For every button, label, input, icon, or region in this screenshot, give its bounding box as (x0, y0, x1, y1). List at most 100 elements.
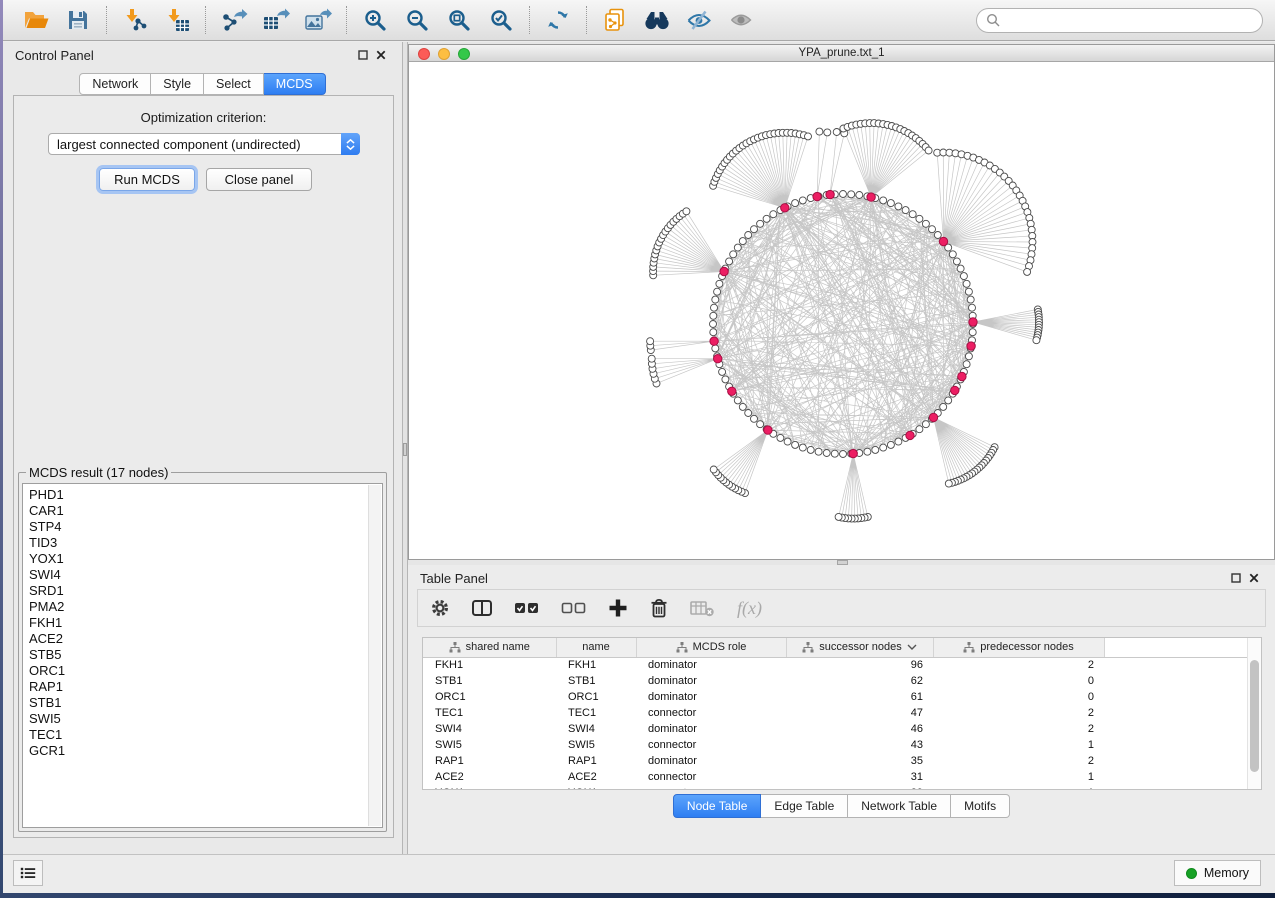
mcds-result-list[interactable]: PHD1CAR1STP4TID3YOX1SWI4SRD1PMA2FKH1ACE2… (22, 483, 383, 828)
zoom-in-icon (363, 8, 387, 32)
search-neighbors-button[interactable] (636, 3, 678, 37)
split-panel-button[interactable] (471, 598, 493, 618)
table-row[interactable]: TEC1TEC1connector472 (423, 705, 1261, 721)
memory-button[interactable]: Memory (1174, 860, 1261, 886)
list-item[interactable]: GCR1 (29, 743, 382, 759)
list-item[interactable]: FKH1 (29, 615, 382, 631)
list-item[interactable]: CAR1 (29, 503, 382, 519)
tab-style[interactable]: Style (151, 73, 204, 95)
export-network-button[interactable] (213, 3, 255, 37)
table-cell: connector (636, 769, 786, 785)
tab-network[interactable]: Network (79, 73, 151, 95)
import-network-button[interactable] (114, 3, 156, 37)
column-header-successor-nodes[interactable]: successor nodes (786, 638, 933, 657)
list-item[interactable]: TEC1 (29, 727, 382, 743)
gear-icon (430, 598, 450, 618)
delete-column-button[interactable] (649, 598, 669, 618)
table-row[interactable]: ACE2ACE2connector311 (423, 769, 1261, 785)
table-options-button[interactable] (430, 598, 450, 618)
open-folder-icon (23, 8, 49, 32)
hide-selected-button[interactable] (678, 3, 720, 37)
column-header-shared-name[interactable]: shared name (423, 638, 556, 657)
shared-column-icon (449, 642, 461, 653)
table-cell: 2 (933, 705, 1104, 721)
table-cell: connector (636, 785, 786, 790)
table-tabs: Node Table Edge Table Network Table Moti… (408, 794, 1275, 818)
table-row[interactable]: YOX1YOX1connector291 (423, 785, 1261, 790)
export-image-button[interactable] (297, 3, 339, 37)
list-item[interactable]: PHD1 (29, 487, 382, 503)
delete-table-button[interactable] (690, 599, 714, 617)
table-row[interactable]: RAP1RAP1dominator352 (423, 753, 1261, 769)
plus-icon (608, 598, 628, 618)
zoom-selected-button[interactable] (480, 3, 522, 37)
table-cell: TEC1 (556, 705, 636, 721)
column-header-predecessor-nodes[interactable]: predecessor nodes (933, 638, 1104, 657)
table-row[interactable]: SWI5SWI5connector431 (423, 737, 1261, 753)
table-row[interactable]: FKH1FKH1dominator962 (423, 657, 1261, 673)
tab-edge-table[interactable]: Edge Table (761, 794, 848, 818)
deselect-all-button[interactable] (561, 599, 587, 617)
search-icon (986, 13, 1000, 27)
import-table-button[interactable] (156, 3, 198, 37)
function-builder-button[interactable]: f(x) (735, 598, 771, 618)
table-row[interactable]: STB1STB1dominator620 (423, 673, 1261, 689)
list-item[interactable]: RAP1 (29, 679, 382, 695)
clone-network-button[interactable] (594, 3, 636, 37)
add-column-button[interactable] (608, 598, 628, 618)
table-cell: 61 (786, 689, 933, 705)
tab-network-table[interactable]: Network Table (848, 794, 951, 818)
tab-motifs[interactable]: Motifs (951, 794, 1010, 818)
list-item[interactable]: PMA2 (29, 599, 382, 615)
split-panel-icon (471, 598, 493, 618)
table-row[interactable]: ORC1ORC1dominator610 (423, 689, 1261, 705)
table-row[interactable]: SWI4SWI4dominator462 (423, 721, 1261, 737)
sort-desc-icon (907, 644, 917, 650)
memory-label: Memory (1204, 866, 1249, 880)
select-all-button[interactable] (514, 599, 540, 617)
list-item[interactable]: STP4 (29, 519, 382, 535)
list-item[interactable]: SRD1 (29, 583, 382, 599)
list-item[interactable]: STB5 (29, 647, 382, 663)
toolbar-separator (586, 6, 587, 34)
close-panel-action-button[interactable]: Close panel (206, 168, 312, 191)
show-all-button[interactable] (720, 3, 762, 37)
table-scrollbar-thumb[interactable] (1250, 660, 1259, 772)
tab-node-table[interactable]: Node Table (673, 794, 762, 818)
float-panel-button[interactable] (354, 50, 372, 60)
list-scrollbar-track[interactable] (368, 485, 381, 826)
task-history-button[interactable] (13, 860, 43, 886)
optimization-criterion-select[interactable]: largest connected component (undirected) (48, 133, 360, 155)
list-item[interactable]: YOX1 (29, 551, 382, 567)
save-session-button[interactable] (57, 3, 99, 37)
column-header-mcds-role[interactable]: MCDS role (636, 638, 786, 657)
select-stepper-icon (341, 133, 360, 155)
table-scrollbar-track[interactable] (1247, 638, 1261, 789)
search-input[interactable] (1006, 12, 1253, 28)
close-table-panel-button[interactable] (1245, 573, 1263, 583)
shared-column-icon (676, 642, 688, 653)
table-cell: 43 (786, 737, 933, 753)
export-table-button[interactable] (255, 3, 297, 37)
zoom-out-button[interactable] (396, 3, 438, 37)
list-item[interactable]: ACE2 (29, 631, 382, 647)
list-item[interactable]: SWI4 (29, 567, 382, 583)
column-header-name[interactable]: name (556, 638, 636, 657)
list-item[interactable]: ORC1 (29, 663, 382, 679)
refresh-layout-button[interactable] (537, 3, 579, 37)
list-item[interactable]: STB1 (29, 695, 382, 711)
tab-select[interactable]: Select (204, 73, 264, 95)
close-panel-button[interactable] (372, 50, 390, 60)
list-item[interactable]: TID3 (29, 535, 382, 551)
open-session-button[interactable] (15, 3, 57, 37)
run-mcds-button[interactable]: Run MCDS (99, 168, 195, 191)
tab-mcds[interactable]: MCDS (264, 73, 326, 95)
zoom-fit-button[interactable] (438, 3, 480, 37)
float-table-panel-button[interactable] (1227, 573, 1245, 583)
list-item[interactable]: SWI5 (29, 711, 382, 727)
network-graph[interactable] (409, 63, 1274, 559)
zoom-in-button[interactable] (354, 3, 396, 37)
table-toolbar: f(x) (417, 589, 1266, 627)
splitter-handle[interactable] (403, 443, 407, 456)
table-cell: YOX1 (556, 785, 636, 790)
